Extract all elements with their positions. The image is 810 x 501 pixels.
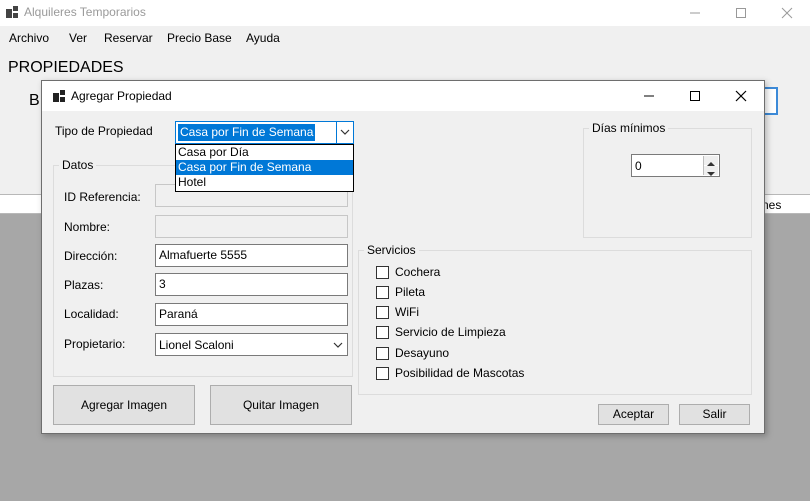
dias-minimos-title: Días mínimos <box>589 121 669 135</box>
direccion-field[interactable]: Almafuerte 5555 <box>155 244 348 267</box>
servicio-limpieza-label: Servicio de Limpieza <box>395 325 506 339</box>
tipo-propiedad-select[interactable]: Casa por Fin de Semana <box>175 121 354 144</box>
wifi-checkbox[interactable] <box>376 306 389 319</box>
menu-precio-base[interactable]: Precio Base <box>167 31 232 45</box>
agregar-propiedad-dialog: Agregar Propiedad Tipo de Propiedad Dato… <box>41 80 765 434</box>
stepper-down-icon[interactable] <box>704 166 718 176</box>
menu-archivo[interactable]: Archivo <box>9 31 49 45</box>
chevron-down-icon[interactable] <box>333 339 343 353</box>
wifi-label: WiFi <box>395 305 419 319</box>
page-title: PROPIEDADES <box>8 59 124 76</box>
mascotas-label: Posibilidad de Mascotas <box>395 366 525 380</box>
menu-ver[interactable]: Ver <box>69 31 87 45</box>
quitar-imagen-label: Quitar Imagen <box>242 398 320 412</box>
dialog-title: Agregar Propiedad <box>71 89 172 103</box>
tipo-propiedad-label: Tipo de Propiedad <box>55 124 153 138</box>
cochera-checkbox[interactable] <box>376 266 389 279</box>
maximize-icon[interactable] <box>718 0 764 26</box>
option-casa-por-dia[interactable]: Casa por Día <box>176 145 353 160</box>
tipo-propiedad-dropdown: Casa por Día Casa por Fin de Semana Hote… <box>175 144 354 192</box>
agregar-imagen-label: Agregar Imagen <box>80 398 168 412</box>
localidad-label: Localidad: <box>64 307 119 321</box>
stepper-buttons <box>703 156 718 176</box>
id-referencia-label: ID Referencia: <box>64 190 141 204</box>
menu-bar: Archivo Ver Reservar Precio Base Ayuda <box>0 26 810 52</box>
option-hotel[interactable]: Hotel <box>176 175 353 190</box>
agregar-imagen-button[interactable]: Agregar Imagen <box>53 385 195 425</box>
main-title-bar: Alquileres Temporarios <box>0 0 810 26</box>
salir-label: Salir <box>702 407 727 421</box>
option-casa-fin-de-semana[interactable]: Casa por Fin de Semana <box>176 160 353 175</box>
app-window-icon <box>6 6 18 18</box>
salir-button[interactable]: Salir <box>679 404 750 425</box>
dialog-title-bar: Agregar Propiedad <box>42 81 764 111</box>
propietario-label: Propietario: <box>64 337 126 351</box>
dialog-maximize-icon[interactable] <box>672 81 718 111</box>
direccion-label: Dirección: <box>64 249 118 263</box>
main-window-title: Alquileres Temporarios <box>24 5 146 19</box>
quitar-imagen-button[interactable]: Quitar Imagen <box>210 385 352 425</box>
plazas-label: Plazas: <box>64 278 104 292</box>
datos-group-title: Datos <box>59 158 97 172</box>
plazas-field[interactable]: 3 <box>155 273 348 296</box>
mascotas-checkbox[interactable] <box>376 367 389 380</box>
servicios-title: Servicios <box>364 243 419 257</box>
nombre-field[interactable] <box>155 215 348 238</box>
aceptar-label: Aceptar <box>612 407 655 421</box>
chevron-down-icon[interactable] <box>336 122 353 143</box>
dialog-minimize-icon[interactable] <box>626 81 672 111</box>
propietario-select[interactable]: Lionel Scaloni <box>155 333 348 356</box>
pileta-label: Pileta <box>395 285 426 299</box>
close-icon[interactable] <box>764 0 810 26</box>
dialog-window-icon <box>53 90 65 102</box>
dias-minimos-stepper[interactable]: 0 <box>631 154 720 177</box>
minimize-icon[interactable] <box>672 0 718 26</box>
aceptar-button[interactable]: Aceptar <box>598 404 669 425</box>
dias-minimos-group <box>583 128 752 238</box>
desayuno-checkbox[interactable] <box>376 347 389 360</box>
menu-reservar[interactable]: Reservar <box>104 31 153 45</box>
partial-label: B <box>29 92 40 109</box>
stepper-up-icon[interactable] <box>704 156 718 166</box>
cochera-label: Cochera <box>395 265 441 279</box>
propietario-value: Lionel Scaloni <box>159 338 234 352</box>
dias-minimos-value: 0 <box>635 159 642 173</box>
localidad-field[interactable]: Paraná <box>155 303 348 326</box>
pileta-checkbox[interactable] <box>376 286 389 299</box>
menu-ayuda[interactable]: Ayuda <box>246 31 280 45</box>
tipo-propiedad-selected: Casa por Fin de Semana <box>178 124 316 141</box>
nombre-label: Nombre: <box>64 220 111 234</box>
desayuno-label: Desayuno <box>395 346 450 360</box>
dialog-close-icon[interactable] <box>718 81 764 111</box>
servicio-limpieza-checkbox[interactable] <box>376 326 389 339</box>
